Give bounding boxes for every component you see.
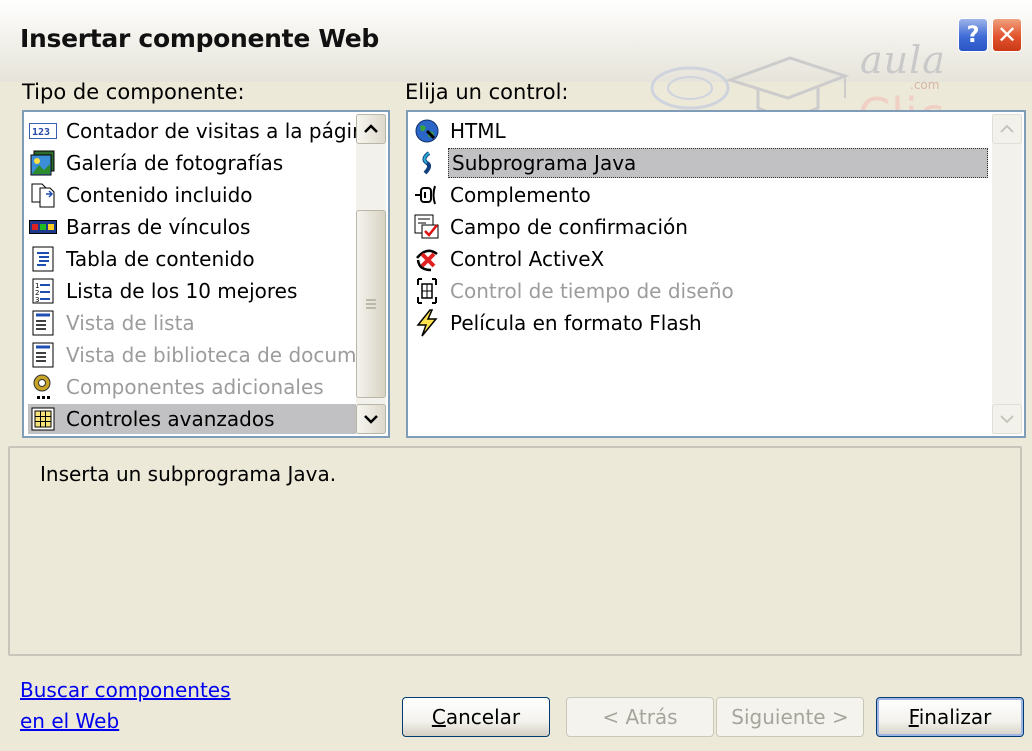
arrow-up-icon bbox=[364, 124, 378, 133]
list-item-list-view[interactable]: Vista de lista bbox=[28, 308, 356, 338]
photo-gallery-icon bbox=[28, 149, 58, 177]
list-item-included-content[interactable]: Contenido incluido bbox=[28, 180, 356, 210]
svg-text:3: 3 bbox=[35, 296, 39, 304]
list-item-label: Barras de vínculos bbox=[66, 215, 251, 239]
choose-control-label: Elija un control: bbox=[405, 80, 569, 104]
control-list-scrollbar bbox=[992, 114, 1022, 434]
component-type-list[interactable]: 123 Contador de visitas a la págir Galer… bbox=[22, 110, 390, 438]
list-item-plugin[interactable]: Complemento bbox=[412, 180, 992, 210]
list-item-label: Vista de biblioteca de docume bbox=[66, 343, 356, 367]
hit-counter-icon: 123 bbox=[28, 117, 58, 145]
list-item-link-bars[interactable]: Barras de vínculos bbox=[28, 212, 356, 242]
list-item-additional-components[interactable]: Componentes adicionales bbox=[28, 372, 356, 402]
list-item-label: Contenido incluido bbox=[66, 183, 253, 207]
back-button-label: < Atrás bbox=[602, 705, 678, 729]
scroll-up-button[interactable] bbox=[356, 114, 386, 144]
scroll-up-button bbox=[992, 114, 1022, 144]
cancel-button-label: Cancelar bbox=[431, 705, 521, 729]
logo-text-aula: aula bbox=[860, 38, 946, 82]
description-panel: Inserta un subprograma Java. bbox=[8, 446, 1022, 656]
grip-icon bbox=[366, 299, 376, 309]
arrow-down-icon bbox=[364, 415, 378, 424]
list-item-label: Control ActiveX bbox=[450, 247, 605, 271]
finish-button[interactable]: Finalizar bbox=[876, 697, 1024, 737]
list-item-document-library[interactable]: Vista de biblioteca de docume bbox=[28, 340, 356, 370]
list-item-design-time-control[interactable]: Control de tiempo de diseño bbox=[412, 276, 992, 306]
list-item-java-applet[interactable]: Subprograma Java bbox=[448, 148, 988, 178]
link-bars-icon bbox=[28, 213, 58, 241]
list-item-label: Contador de visitas a la págir bbox=[66, 119, 356, 143]
html-globe-icon bbox=[412, 117, 442, 145]
next-button[interactable]: Siguiente > bbox=[716, 697, 864, 737]
find-components-link-continued[interactable]: en el Web bbox=[20, 709, 119, 733]
list-item-label: Componentes adicionales bbox=[66, 375, 324, 399]
scroll-down-button[interactable] bbox=[356, 404, 386, 434]
description-text: Inserta un subprograma Java. bbox=[40, 462, 337, 486]
additional-components-icon bbox=[28, 373, 58, 401]
close-button[interactable]: ✕ bbox=[992, 18, 1022, 52]
table-of-contents-icon bbox=[28, 245, 58, 273]
list-item-top-ten-list[interactable]: 123 Lista de los 10 mejores bbox=[28, 276, 356, 306]
list-item-label: Lista de los 10 mejores bbox=[66, 279, 298, 303]
dialog-title: Insertar componente Web bbox=[20, 24, 380, 53]
list-item-label: Campo de confirmación bbox=[450, 215, 688, 239]
flash-movie-icon bbox=[412, 309, 442, 337]
finish-button-label: Finalizar bbox=[908, 705, 992, 729]
back-button[interactable]: < Atrás bbox=[566, 697, 714, 737]
component-type-label: Tipo de componente: bbox=[22, 80, 245, 104]
list-item-label: Control de tiempo de diseño bbox=[450, 279, 734, 303]
list-item-label: Película en formato Flash bbox=[450, 311, 702, 335]
java-applet-icon bbox=[412, 149, 442, 177]
list-view-icon bbox=[28, 309, 58, 337]
control-list[interactable]: HTML Subprograma Java Complemento Campo … bbox=[406, 110, 1026, 438]
arrow-down-icon bbox=[1000, 415, 1014, 424]
help-button[interactable]: ? bbox=[958, 18, 988, 52]
plugin-icon bbox=[412, 181, 442, 209]
list-item-photo-gallery[interactable]: Galería de fotografías bbox=[28, 148, 356, 178]
scroll-thumb[interactable] bbox=[356, 210, 386, 398]
find-components-link[interactable]: Buscar componentes bbox=[20, 678, 231, 702]
list-item-label: Tabla de contenido bbox=[66, 247, 255, 271]
list-item-label: Galería de fotografías bbox=[66, 151, 284, 175]
cancel-button[interactable]: Cancelar bbox=[402, 697, 550, 737]
arrow-up-icon bbox=[1000, 124, 1014, 133]
next-button-label: Siguiente > bbox=[731, 705, 849, 729]
confirmation-field-icon bbox=[412, 213, 442, 241]
design-time-control-icon bbox=[412, 277, 442, 305]
advanced-controls-icon bbox=[28, 405, 58, 433]
list-item-activex-control[interactable]: Control ActiveX bbox=[412, 244, 992, 274]
list-item-advanced-controls[interactable]: Controles avanzados bbox=[28, 404, 356, 434]
list-item-hit-counter[interactable]: 123 Contador de visitas a la págir bbox=[28, 116, 356, 146]
insert-web-component-dialog: Insertar componente Web ? ✕ aula .com Cl… bbox=[0, 0, 1032, 751]
list-item-html[interactable]: HTML bbox=[412, 116, 992, 146]
document-library-icon bbox=[28, 341, 58, 369]
scroll-down-button bbox=[992, 404, 1022, 434]
list-item-flash-movie[interactable]: Película en formato Flash bbox=[412, 308, 992, 338]
list-item-label: Vista de lista bbox=[66, 311, 195, 335]
included-content-icon bbox=[28, 181, 58, 209]
top-ten-list-icon: 123 bbox=[28, 277, 58, 305]
list-item-label: Controles avanzados bbox=[66, 407, 275, 431]
list-item-label: Subprograma Java bbox=[452, 151, 637, 175]
list-item-confirmation-field[interactable]: Campo de confirmación bbox=[412, 212, 992, 242]
list-item-table-of-contents[interactable]: Tabla de contenido bbox=[28, 244, 356, 274]
list-item-label: Complemento bbox=[450, 183, 591, 207]
svg-text:123: 123 bbox=[32, 127, 50, 138]
component-list-scrollbar[interactable] bbox=[356, 114, 386, 434]
activex-control-icon bbox=[412, 245, 442, 273]
list-item-label: HTML bbox=[450, 119, 506, 143]
